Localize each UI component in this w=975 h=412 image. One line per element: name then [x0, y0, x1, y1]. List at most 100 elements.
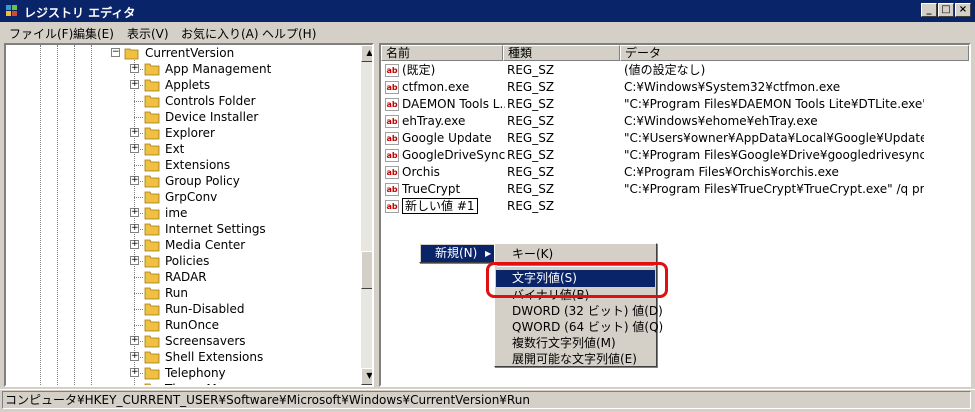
close-button[interactable]: ×	[955, 3, 971, 17]
expand-icon[interactable]: +	[130, 144, 139, 153]
tree-item-label: Device Installer	[165, 110, 259, 124]
folder-icon	[144, 383, 151, 385]
menu-edit[interactable]: 編集(E)	[73, 25, 114, 42]
value-data: C:¥Windows¥ehome¥ehTray.exe	[624, 114, 818, 128]
folder-icon	[144, 175, 160, 188]
folder-icon	[144, 111, 160, 124]
tree-guide-line	[74, 45, 75, 385]
tree-item-label: Policies	[165, 254, 210, 268]
key-tree[interactable]: − CurrentVersion + App Management + Applets…	[4, 43, 374, 387]
string-value-icon: ab	[385, 81, 399, 94]
value-data: "C:¥Program Files¥DAEMON Tools Lite¥DTLi…	[624, 97, 924, 111]
tree-branch-line	[134, 101, 143, 102]
tree-branch-line	[134, 309, 143, 310]
value-type: REG_SZ	[507, 97, 555, 111]
tree-item-label: Explorer	[165, 126, 215, 140]
collapse-icon[interactable]: −	[111, 48, 120, 57]
string-value-icon: ab	[385, 166, 399, 179]
folder-icon	[144, 319, 160, 332]
column-header-data[interactable]: データ	[620, 45, 969, 61]
value-name-text: ctfmon.exe	[402, 80, 470, 94]
expand-icon[interactable]: +	[130, 352, 139, 361]
minimize-button[interactable]: _	[921, 3, 937, 17]
value-row[interactable]: ab 新しい値 #1 REG_SZ	[381, 198, 969, 215]
value-name[interactable]: 新しい値 #1	[402, 198, 505, 215]
string-value-icon: ab	[385, 115, 399, 128]
value-row[interactable]: ab (既定) REG_SZ (値の設定なし)	[381, 62, 969, 79]
tree-branch-line	[134, 197, 143, 198]
menu-view[interactable]: 表示(V)	[127, 25, 169, 42]
value-type: REG_SZ	[507, 131, 555, 145]
window-title: レジストリ エディタ	[24, 6, 136, 20]
value-row[interactable]: ab TrueCrypt REG_SZ "C:¥Program Files¥TrueC…	[381, 181, 969, 198]
highlight-callout	[486, 262, 668, 298]
scroll-up-button[interactable]: ▲	[361, 45, 372, 62]
submenu-item[interactable]: 展開可能な文字列値(E)	[496, 351, 655, 368]
expand-icon[interactable]: +	[130, 64, 139, 73]
tree-item-label: RADAR	[165, 270, 207, 284]
value-name-text: Google Update	[402, 131, 492, 145]
value-type: REG_SZ	[507, 182, 555, 196]
maximize-button[interactable]: □	[938, 3, 954, 17]
value-data: C:¥Program Files¥Orchis¥orchis.exe	[624, 165, 839, 179]
expand-icon[interactable]: +	[130, 128, 139, 137]
value-row[interactable]: ab ctfmon.exe REG_SZ C:¥Windows¥System32¥ct…	[381, 79, 969, 96]
expand-icon[interactable]: +	[130, 336, 139, 345]
value-name-text: GoogleDriveSync	[402, 148, 505, 162]
folder-icon	[144, 367, 160, 380]
expand-icon[interactable]: +	[130, 368, 139, 377]
value-row[interactable]: ab Orchis REG_SZ C:¥Program Files¥Orchis¥or…	[381, 164, 969, 181]
column-header-type[interactable]: 種類	[503, 45, 620, 61]
string-value-icon: ab	[385, 200, 399, 213]
column-header-name[interactable]: 名前	[381, 45, 503, 61]
menu-file[interactable]: ファイル(F)	[9, 25, 73, 42]
scroll-thumb[interactable]	[361, 251, 372, 289]
folder-icon	[144, 303, 160, 316]
string-value-icon: ab	[385, 132, 399, 145]
regedit-icon	[6, 5, 17, 16]
tree-item-label: Controls Folder	[165, 94, 256, 108]
value-name: (既定)	[402, 62, 505, 79]
value-row[interactable]: ab DAEMON Tools L... REG_SZ "C:¥Program Fil…	[381, 96, 969, 113]
expand-icon[interactable]: +	[130, 240, 139, 249]
folder-icon	[144, 159, 160, 172]
submenu-item[interactable]: DWORD (32 ビット) 値(D)	[496, 303, 663, 320]
expand-icon[interactable]: +	[130, 224, 139, 233]
menu-favorites[interactable]: お気に入り(A)	[181, 25, 259, 42]
value-name-text: (既定)	[402, 63, 436, 77]
scroll-down-button[interactable]: ▼	[361, 368, 372, 385]
menu-help[interactable]: ヘルプ(H)	[262, 25, 316, 42]
submenu-item[interactable]: 複数行文字列値(M)	[496, 335, 655, 352]
value-row[interactable]: ab ehTray.exe REG_SZ C:¥Windows¥ehome¥ehTra…	[381, 113, 969, 130]
value-list[interactable]: 名前 種類 データ ab (既定) REG_SZ (値の設定なし) ab ctfmon.e…	[379, 43, 971, 387]
tree-branch-line	[134, 293, 143, 294]
context-menu: 新規(N) ▶	[419, 243, 497, 263]
menu-item-new[interactable]: 新規(N) ▶	[421, 245, 495, 262]
value-name: DAEMON Tools L...	[402, 96, 505, 113]
tree-branch-line	[134, 117, 143, 118]
tree-branch-line	[134, 325, 143, 326]
expand-icon[interactable]: +	[130, 208, 139, 217]
value-row[interactable]: ab GoogleDriveSync REG_SZ "C:¥Program Files…	[381, 147, 969, 164]
rename-input[interactable]: 新しい値 #1	[402, 198, 478, 214]
value-name: Google Update	[402, 130, 505, 147]
tree-scrollbar[interactable]: ▲ ▼	[361, 45, 372, 385]
submenu-item[interactable]: QWORD (64 ビット) 値(Q)	[496, 319, 663, 336]
value-type: REG_SZ	[507, 199, 555, 213]
expand-icon[interactable]: +	[130, 256, 139, 265]
value-row[interactable]: ab Google Update REG_SZ "C:¥Users¥owner¥App…	[381, 130, 969, 147]
expand-icon[interactable]: +	[130, 176, 139, 185]
folder-icon	[144, 143, 160, 156]
submenu-item[interactable]: キー(K)	[496, 246, 655, 263]
status-path: コンピュータ¥HKEY_CURRENT_USER¥Software¥Micros…	[2, 391, 971, 409]
tree-item-label: Shell Extensions	[165, 350, 264, 364]
tree-branch-line	[134, 277, 143, 278]
tree-item-label: Ext	[165, 142, 185, 156]
tree-item-label: Internet Settings	[165, 222, 266, 236]
value-data: C:¥Windows¥System32¥ctfmon.exe	[624, 80, 841, 94]
expand-icon[interactable]: +	[130, 80, 139, 89]
value-type: REG_SZ	[507, 148, 555, 162]
value-data: "C:¥Program Files¥Google¥Drive¥googledri…	[624, 148, 924, 162]
string-value-icon: ab	[385, 64, 399, 77]
string-value-icon: ab	[385, 149, 399, 162]
